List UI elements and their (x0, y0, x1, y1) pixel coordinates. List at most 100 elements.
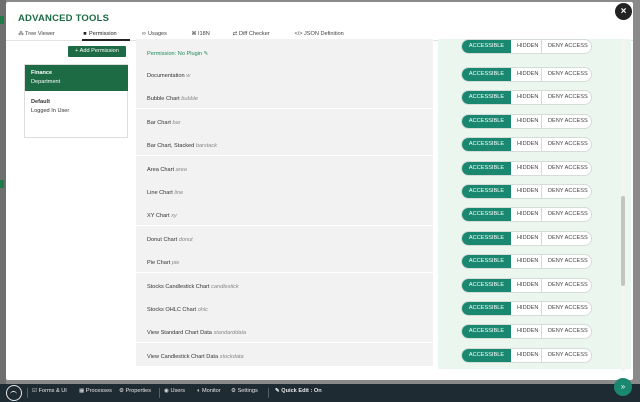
hidden-button[interactable]: HIDDEN (511, 138, 542, 152)
accessible-button[interactable]: ACCESSIBLE (462, 40, 511, 53)
deny-access-button[interactable]: DENY ACCESS (542, 302, 591, 315)
accessible-button[interactable]: ACCESSIBLE (462, 231, 511, 245)
toolbar-properties[interactable]: ⚙ Properties (119, 388, 151, 394)
accessible-button[interactable]: ACCESSIBLE (462, 138, 511, 152)
scrollbar[interactable] (621, 41, 625, 371)
accessible-button[interactable]: ACCESSIBLE (462, 114, 511, 128)
group-name: Default (31, 99, 50, 105)
deny-access-button[interactable]: DENY ACCESS (542, 232, 591, 245)
tab-label: Tree Viewer (25, 31, 55, 37)
permission-content: Permission: No Plugin ✎ ACCESSIBLE HIDDE… (136, 39, 631, 369)
tab-label: Usages (148, 31, 167, 37)
plugin-label[interactable]: Permission: No Plugin ✎ (147, 51, 208, 57)
scrollbar-thumb[interactable] (621, 196, 625, 286)
toolbar-users[interactable]: ◉ Users (164, 388, 185, 394)
toolbar-quick-edit[interactable]: ✎ Quick Edit : On (275, 388, 322, 394)
hidden-button[interactable]: HIDDEN (511, 231, 542, 245)
divider (27, 388, 28, 398)
users-icon: ◉ (164, 388, 169, 394)
access-toggle: ACCESSIBLE HIDDEN DENY ACCESS (461, 90, 592, 106)
backdrop-marker (0, 180, 4, 188)
hidden-button[interactable]: HIDDEN (511, 208, 542, 222)
access-toggle: ACCESSIBLE HIDDEN DENY ACCESS (461, 277, 592, 293)
permission-row: View Candlestick Chart Data stockdata (136, 342, 433, 366)
add-permission-button[interactable]: + Add Permission (68, 46, 126, 57)
permission-label: View Candlestick Chart Data stockdata (147, 353, 244, 360)
group-type: Department (31, 79, 61, 85)
permission-label: Pie Chart pie (147, 260, 180, 267)
process-icon: ▦ (79, 388, 85, 394)
accessible-button[interactable]: ACCESSIBLE (462, 185, 511, 198)
deny-access-button[interactable]: DENY ACCESS (542, 255, 591, 268)
hidden-button[interactable]: HIDDEN (511, 302, 542, 315)
binoculars-icon: ∞ (142, 31, 146, 37)
group-item-default[interactable]: Default Logged In User (25, 94, 128, 120)
permission-label: View Standard Chart Data standarddata (147, 330, 247, 337)
permission-row: Donut Chart donut (136, 225, 433, 249)
permission-label: Stocks Candlestick Chart candlestick (147, 283, 239, 290)
permission-row: Pie Chart pie (136, 249, 433, 273)
accessible-button[interactable]: ACCESSIBLE (462, 325, 511, 339)
plugin-row: Permission: No Plugin ✎ (136, 39, 433, 62)
hidden-button[interactable]: HIDDEN (511, 114, 542, 128)
hidden-button[interactable]: HIDDEN (511, 161, 542, 175)
tab-tree-viewer[interactable]: ⁂Tree Viewer (18, 29, 55, 41)
hidden-button[interactable]: HIDDEN (511, 325, 542, 339)
permission-label: Bubble Chart bubble (147, 96, 199, 103)
toolbar-processes[interactable]: ▦ Processes (79, 388, 112, 394)
permission-alias: pie (171, 260, 180, 267)
expand-toolbar-button[interactable]: » (614, 378, 632, 396)
access-toggle: ACCESSIBLE HIDDEN DENY ACCESS (461, 207, 592, 223)
accessible-button[interactable]: ACCESSIBLE (462, 208, 511, 222)
group-item-finance[interactable]: Finance Department (25, 65, 128, 91)
toolbar-monitor[interactable]: ◐ Monitor (197, 388, 221, 394)
deny-access-button[interactable]: DENY ACCESS (542, 185, 591, 198)
hidden-button[interactable]: HIDDEN (511, 185, 542, 198)
deny-access-button[interactable]: DENY ACCESS (542, 279, 591, 292)
deny-access-button[interactable]: DENY ACCESS (542, 162, 591, 175)
deny-access-button[interactable]: DENY ACCESS (542, 325, 591, 338)
accessible-button[interactable]: ACCESSIBLE (462, 348, 511, 362)
access-toggle: ACCESSIBLE HIDDEN DENY ACCESS (461, 160, 592, 176)
accessible-button[interactable]: ACCESSIBLE (462, 68, 511, 81)
deny-access-button[interactable]: DENY ACCESS (542, 40, 591, 53)
deny-access-button[interactable]: DENY ACCESS (542, 138, 591, 151)
permission-alias: bubble (181, 96, 199, 103)
accessible-button[interactable]: ACCESSIBLE (462, 161, 511, 175)
accessible-button[interactable]: ACCESSIBLE (462, 255, 511, 269)
deny-access-button[interactable]: DENY ACCESS (542, 91, 591, 104)
permission-row: View Standard Chart Data standarddata (136, 319, 433, 343)
close-button[interactable]: × (615, 3, 632, 20)
accessible-button[interactable]: ACCESSIBLE (462, 278, 511, 292)
hidden-button[interactable]: HIDDEN (511, 255, 542, 269)
permission-alias: line (174, 190, 184, 196)
settings-icon: ⚙ (231, 388, 237, 394)
access-toggle: ACCESSIBLE HIDDEN DENY ACCESS (461, 67, 592, 82)
deny-access-button[interactable]: DENY ACCESS (542, 68, 591, 81)
app-logo-icon[interactable] (6, 385, 22, 401)
tab-permission[interactable]: ■ Permission (82, 29, 130, 41)
deny-access-button[interactable]: DENY ACCESS (542, 115, 591, 128)
permission-row: Bar Chart bar (136, 108, 433, 132)
accessible-button[interactable]: ACCESSIBLE (462, 302, 511, 315)
permission-group-list: Finance Department Default Logged In Use… (24, 64, 128, 138)
hidden-button[interactable]: HIDDEN (511, 278, 542, 292)
deny-access-button[interactable]: DENY ACCESS (542, 349, 591, 362)
tree-icon: ⁂ (18, 31, 24, 37)
toolbar-settings[interactable]: ⚙ Settings (231, 388, 258, 394)
permission-row: Documentation w (136, 62, 433, 85)
accessible-button[interactable]: ACCESSIBLE (462, 91, 511, 105)
language-icon: ⌘ (191, 31, 197, 37)
hidden-button[interactable]: HIDDEN (511, 91, 542, 105)
access-toggle: ACCESSIBLE HIDDEN DENY ACCESS (461, 324, 592, 340)
hidden-button[interactable]: HIDDEN (511, 68, 542, 81)
permission-label: Line Chart line (147, 190, 184, 196)
permission-label: Bar Chart bar (147, 119, 181, 126)
advanced-tools-modal: ADVANCED TOOLS ⁂Tree Viewer ■ Permission … (6, 2, 633, 380)
hidden-button[interactable]: HIDDEN (511, 348, 542, 362)
toolbar-forms-ui[interactable]: ☑ Forms & UI (32, 388, 67, 394)
bottom-toolbar: ☑ Forms & UI ▦ Processes ⚙ Properties ◉ … (0, 384, 640, 402)
deny-access-button[interactable]: DENY ACCESS (542, 208, 591, 221)
tab-label: Permission (89, 31, 117, 37)
hidden-button[interactable]: HIDDEN (511, 40, 542, 53)
